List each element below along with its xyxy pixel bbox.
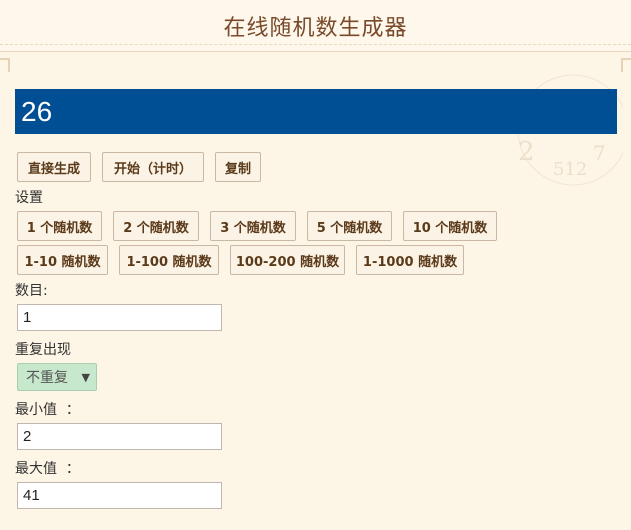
min-label: 最小值 ：	[15, 402, 80, 418]
start-timer-button[interactable]: 开始（计时）	[102, 152, 204, 182]
preset-range-1-1000-button[interactable]: 1-1000 随机数	[356, 245, 464, 275]
repeat-label: 重复出现	[15, 342, 71, 358]
preset-range-100-200-button[interactable]: 100-200 随机数	[230, 245, 345, 275]
chevron-down-icon: ▼	[81, 371, 90, 384]
decorative-numbers-background: 5 3 2 512 7	[517, 74, 623, 186]
repeat-select[interactable]: 不重复 ▼	[17, 363, 97, 391]
preset-5-numbers-button[interactable]: 5 个随机数	[307, 211, 392, 241]
preset-10-numbers-button[interactable]: 10 个随机数	[403, 211, 497, 241]
preset-3-numbers-button[interactable]: 3 个随机数	[210, 211, 296, 241]
svg-text:2: 2	[518, 137, 535, 167]
svg-text:7: 7	[593, 141, 606, 165]
preset-2-numbers-button[interactable]: 2 个随机数	[113, 211, 199, 241]
copy-button[interactable]: 复制	[215, 152, 261, 182]
generate-button[interactable]: 直接生成	[17, 152, 91, 182]
preset-range-1-10-button[interactable]: 1-10 随机数	[17, 245, 108, 275]
count-label: 数目:	[15, 283, 48, 299]
svg-text:512: 512	[553, 159, 587, 180]
corner-ornament-right	[621, 58, 631, 72]
header-divider	[0, 44, 631, 45]
repeat-select-value: 不重复	[26, 370, 68, 386]
min-input[interactable]: 2	[17, 423, 222, 450]
preset-range-1-100-button[interactable]: 1-100 随机数	[119, 245, 219, 275]
page-title: 在线随机数生成器	[223, 15, 408, 41]
result-display: 26	[15, 89, 617, 134]
settings-label: 设置	[15, 190, 43, 206]
max-input[interactable]: 41	[17, 482, 222, 509]
corner-ornament-left	[0, 58, 10, 72]
max-label: 最大值 ：	[15, 461, 80, 477]
count-input[interactable]: 1	[17, 304, 222, 331]
preset-1-number-button[interactable]: 1 个随机数	[17, 211, 102, 241]
